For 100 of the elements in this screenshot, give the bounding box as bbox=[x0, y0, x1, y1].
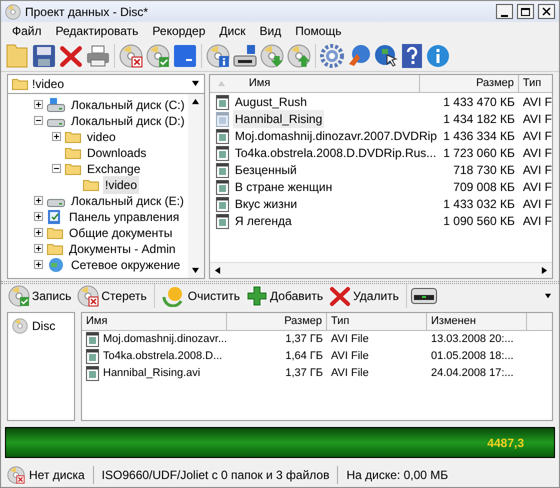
column-header[interactable]: Размер bbox=[420, 74, 519, 92]
dropdown-arrow-icon bbox=[192, 80, 200, 88]
file-type: AVI File bbox=[330, 348, 370, 364]
tree-item[interactable]: Документы - Admin bbox=[67, 240, 178, 258]
menu-item[interactable]: Редактировать bbox=[48, 22, 146, 40]
tree-item[interactable]: Disc bbox=[12, 316, 74, 335]
tree-item[interactable]: !video bbox=[103, 176, 140, 194]
tree-item[interactable]: Общие документы bbox=[67, 224, 174, 242]
expand-toggle[interactable] bbox=[34, 260, 43, 270]
column-header[interactable]: Имя bbox=[82, 312, 227, 330]
toolbar-button[interactable]: Запись bbox=[5, 284, 74, 308]
file-name: Hannibal_Rising.avi bbox=[103, 366, 200, 381]
file-type: AVI F bbox=[522, 179, 552, 196]
address-combo[interactable]: !video bbox=[7, 74, 205, 94]
window-minimize-icon[interactable] bbox=[173, 44, 197, 68]
minimize-button[interactable] bbox=[496, 4, 513, 20]
expand-toggle[interactable] bbox=[34, 244, 43, 254]
file-row[interactable]: Безценный 718 730 КБ AVI F bbox=[210, 162, 552, 179]
info-icon[interactable] bbox=[426, 44, 450, 68]
video-file-icon bbox=[216, 128, 229, 144]
close-icon bbox=[542, 7, 551, 16]
file-row[interactable]: Вкус жизни 1 433 032 КБ AVI F bbox=[210, 196, 552, 213]
file-size: 1 434 182 КБ bbox=[442, 111, 516, 128]
file-size: 718 730 КБ bbox=[452, 162, 516, 180]
file-row[interactable]: Moj.domashnij.dinozavr.2007.DVDRip 1 436 334 КБ AVI F bbox=[210, 128, 552, 145]
collapse-toggle[interactable] bbox=[52, 164, 61, 174]
file-row[interactable]: Я легенда 1 090 560 КБ AVI F bbox=[210, 212, 552, 230]
status-text: ISO9660/UDF/Joliet с 0 папок и 3 файлов bbox=[94, 466, 338, 484]
maximize-button[interactable] bbox=[517, 4, 534, 20]
tree-item[interactable]: Локальный диск (E:) bbox=[69, 192, 186, 210]
disc-icon bbox=[12, 318, 28, 334]
menu-item[interactable]: Рекордер bbox=[145, 22, 212, 40]
menu-item[interactable]: Вид bbox=[252, 22, 288, 40]
status-text: Нет диска bbox=[29, 466, 85, 484]
tree-item[interactable]: Локальный диск (C:) bbox=[69, 96, 187, 114]
file-type: AVI File bbox=[330, 366, 370, 381]
column-header[interactable]: Имя bbox=[210, 74, 420, 92]
file-size: 1 433 470 КБ bbox=[442, 94, 516, 112]
expand-toggle[interactable] bbox=[34, 212, 43, 222]
system-drive-icon bbox=[47, 98, 65, 112]
video-file-icon bbox=[216, 112, 229, 127]
plus-icon bbox=[246, 285, 268, 308]
video-file-icon bbox=[216, 196, 229, 212]
tree-item[interactable]: Сетевое окружение bbox=[69, 256, 182, 274]
file-type: AVI F bbox=[522, 145, 552, 162]
file-name: Безценный bbox=[234, 162, 298, 180]
close-button[interactable] bbox=[538, 4, 555, 20]
file-size: 1 090 560 КБ bbox=[442, 213, 516, 230]
disc-download-icon bbox=[260, 44, 284, 68]
file-name: В стране женщин bbox=[234, 179, 334, 196]
help-icon[interactable] bbox=[401, 42, 423, 69]
expand-toggle[interactable] bbox=[34, 228, 43, 238]
file-row[interactable]: В стране женщин 709 008 КБ AVI F bbox=[210, 178, 552, 196]
folder-icon bbox=[47, 242, 63, 256]
toolbar-button[interactable]: Стереть bbox=[74, 284, 150, 308]
file-name: To4ka.obstrela.2008.D... bbox=[103, 348, 222, 364]
tree-item[interactable]: Exchange bbox=[85, 160, 142, 178]
column-header[interactable]: Размер bbox=[227, 312, 327, 330]
file-type: AVI File bbox=[330, 332, 370, 347]
folder-icon bbox=[47, 226, 63, 240]
menu-item[interactable]: Помощь bbox=[288, 22, 349, 40]
scroll-up-arrow-icon bbox=[192, 98, 200, 105]
toolbar-button[interactable]: Очистить bbox=[158, 284, 244, 308]
tree-item[interactable]: Downloads bbox=[85, 144, 148, 162]
file-row[interactable]: August_Rush 1 433 470 КБ AVI F bbox=[210, 94, 552, 111]
folder-icon bbox=[65, 146, 81, 160]
file-name: August_Rush bbox=[234, 94, 308, 112]
toolbar-button[interactable]: Добавить bbox=[243, 284, 326, 308]
settings-icon[interactable] bbox=[320, 44, 344, 68]
expand-toggle[interactable] bbox=[52, 132, 61, 142]
app-disc-icon bbox=[5, 4, 21, 20]
drive-info-icon[interactable] bbox=[233, 44, 257, 68]
tree-item[interactable]: Локальный диск (D:) bbox=[69, 112, 187, 130]
collapse-toggle[interactable] bbox=[34, 116, 43, 126]
column-header[interactable]: Тип bbox=[327, 312, 427, 330]
tree-item[interactable]: video bbox=[85, 128, 118, 146]
tree-item[interactable]: Панель управления bbox=[67, 208, 182, 226]
dropdown-arrow-icon bbox=[545, 293, 551, 300]
column-header[interactable]: Тип bbox=[518, 74, 552, 92]
modified-date: 13.03.2008 20:... bbox=[430, 332, 515, 347]
file-type: AVI F bbox=[522, 162, 552, 180]
expand-toggle[interactable] bbox=[34, 196, 43, 206]
drive-icon[interactable] bbox=[410, 288, 437, 304]
file-name: Вкус жизни bbox=[234, 196, 298, 214]
menu-item[interactable]: Диск bbox=[212, 22, 252, 40]
globe-cursor-icon[interactable] bbox=[374, 44, 398, 68]
expand-toggle[interactable] bbox=[34, 100, 43, 110]
menu-item[interactable]: Файл bbox=[5, 22, 49, 40]
printer-icon[interactable] bbox=[86, 44, 110, 68]
folder-icon bbox=[65, 130, 81, 144]
column-header[interactable]: Изменен bbox=[427, 312, 527, 330]
file-row[interactable]: Hannibal_Rising 1 434 182 КБ AVI F bbox=[210, 110, 552, 128]
horizontal-scrollbar[interactable] bbox=[210, 262, 552, 278]
toolbar-button[interactable]: Удалить bbox=[326, 284, 402, 308]
folder-icon bbox=[65, 162, 81, 176]
scrollbar[interactable] bbox=[188, 94, 204, 278]
modified-date: 24.04.2008 17:... bbox=[430, 366, 515, 381]
file-row[interactable]: To4ka.obstrela.2008.D.DVDRip.Rus... 1 723 060 КБ AVI F bbox=[210, 144, 552, 162]
scroll-right-arrow-icon bbox=[541, 266, 548, 274]
file-name: Moj.domashnij.dinozavr.2007.DVDRip bbox=[234, 128, 438, 146]
